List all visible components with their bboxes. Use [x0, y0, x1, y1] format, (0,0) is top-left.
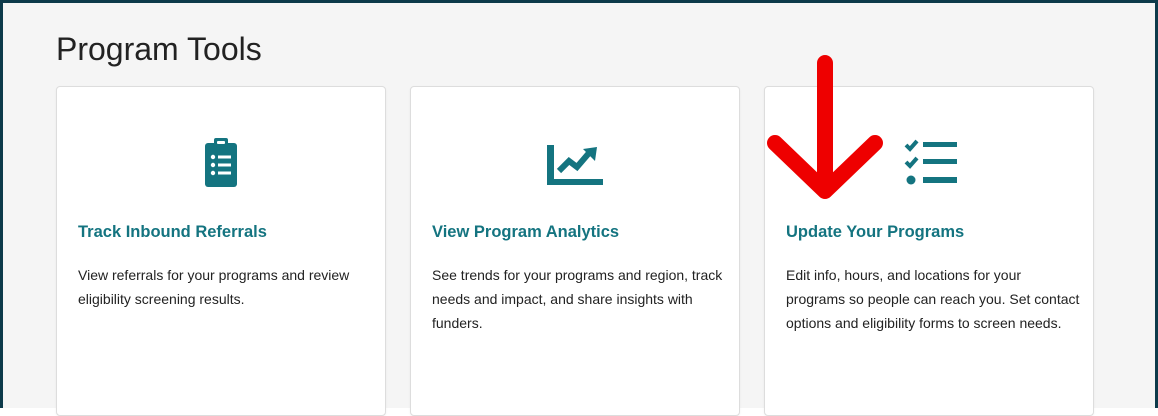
view-program-analytics-title[interactable]: View Program Analytics	[432, 221, 619, 243]
track-inbound-referrals-description: View referrals for your programs and rev…	[78, 267, 350, 307]
program-tools-panel: Program Tools Track Inbound Referrals Vi…	[0, 0, 1158, 416]
clipboard-list-icon	[205, 138, 237, 187]
update-your-programs-card[interactable]: Update Your Programs Edit info, hours, a…	[764, 86, 1094, 416]
page-title: Program Tools	[56, 31, 262, 67]
track-inbound-referrals-card[interactable]: Track Inbound Referrals View referrals f…	[56, 86, 386, 416]
chart-line-icon	[547, 145, 603, 185]
checklist-icon	[904, 139, 957, 185]
update-your-programs-title[interactable]: Update Your Programs	[786, 221, 964, 243]
view-program-analytics-card[interactable]: View Program Analytics See trends for yo…	[410, 86, 740, 416]
track-inbound-referrals-title[interactable]: Track Inbound Referrals	[78, 221, 267, 243]
view-program-analytics-description: See trends for your programs and region,…	[432, 267, 723, 331]
update-your-programs-description: Edit info, hours, and locations for your…	[786, 267, 1080, 331]
